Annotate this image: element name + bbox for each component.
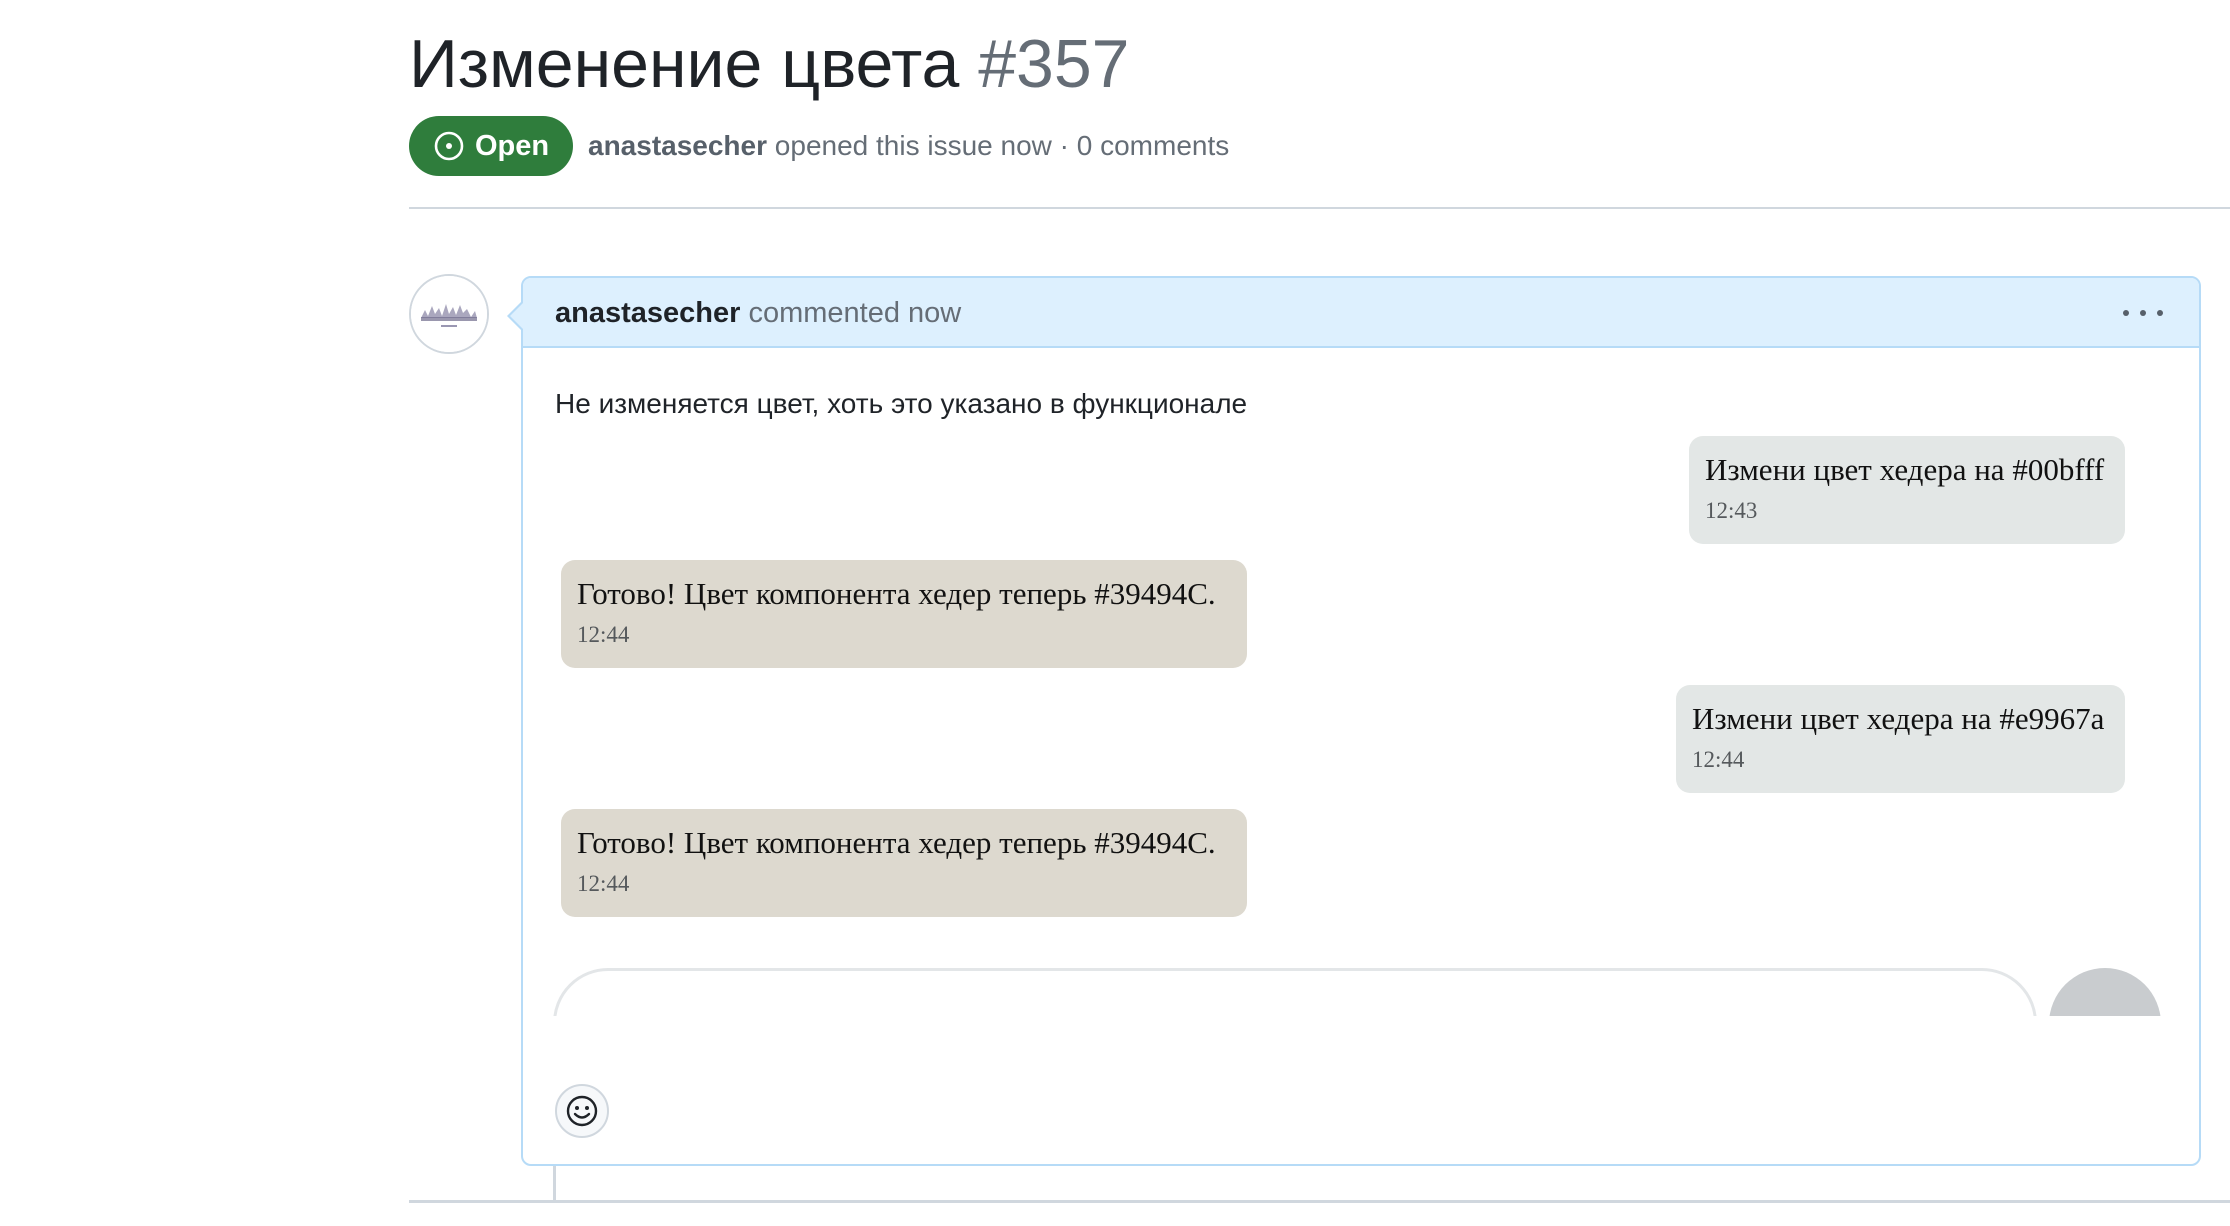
chat-message-bot: Готово! Цвет компонента хедер теперь #39… <box>561 809 1247 917</box>
comment-header: anastasecher commented now <box>523 278 2199 348</box>
timeline-connector <box>553 1166 556 1202</box>
issue-opened-icon <box>434 131 464 161</box>
comment-author-link[interactable]: anastasecher <box>555 297 740 329</box>
comment-header-text: anastasecher commented now <box>555 293 961 333</box>
issue-opened-text: opened this issue now · 0 comments <box>774 130 1230 161</box>
issue-author-link[interactable]: anastasecher <box>588 130 767 161</box>
issue-number: #357 <box>978 26 1130 102</box>
comment-box: anastasecher commented now Не изменяется… <box>521 276 2201 1166</box>
send-button[interactable] <box>2049 968 2161 1016</box>
comment-pointer-fill <box>510 302 524 330</box>
message-time: 12:44 <box>1692 747 1745 772</box>
message-text: Готово! Цвет компонента хедер теперь #39… <box>577 825 1216 860</box>
message-time: 12:44 <box>577 871 630 896</box>
message-text: Измени цвет хедера на #e9967a <box>1692 701 2105 736</box>
message-time: 12:44 <box>577 622 630 647</box>
chat-message-user: Измени цвет хедера на #00bfff 12:43 <box>1689 436 2125 544</box>
bottom-divider <box>409 1200 2230 1203</box>
smiley-icon <box>566 1095 598 1127</box>
chat-input[interactable] <box>553 968 2037 1016</box>
message-text: Измени цвет хедера на #00bfff <box>1705 452 2105 487</box>
avatar-image <box>411 276 487 352</box>
comment-action-text: commented now <box>748 297 962 329</box>
message-text: Готово! Цвет компонента хедер теперь #39… <box>577 576 1216 611</box>
message-time: 12:43 <box>1705 498 1758 523</box>
avatar[interactable] <box>409 274 489 354</box>
kebab-horizontal-icon[interactable] <box>2123 296 2163 330</box>
header-divider <box>409 207 2230 209</box>
emoji-button[interactable] <box>555 1084 609 1138</box>
issue-state-badge: Open <box>409 116 573 176</box>
chat-input-area <box>523 968 2199 1016</box>
issue-state-label: Open <box>474 129 550 162</box>
issue-title-text: Изменение цвета <box>409 26 960 102</box>
issue-meta: anastasecher opened this issue now · 0 c… <box>588 126 1229 166</box>
comment-body: Не изменяется цвет, хоть это указано в ф… <box>555 388 1248 419</box>
issue-title: Изменение цвета #357 <box>409 22 1130 106</box>
chat-message-bot: Готово! Цвет компонента хедер теперь #39… <box>561 560 1247 668</box>
chat-message-user: Измени цвет хедера на #e9967a 12:44 <box>1676 685 2125 793</box>
